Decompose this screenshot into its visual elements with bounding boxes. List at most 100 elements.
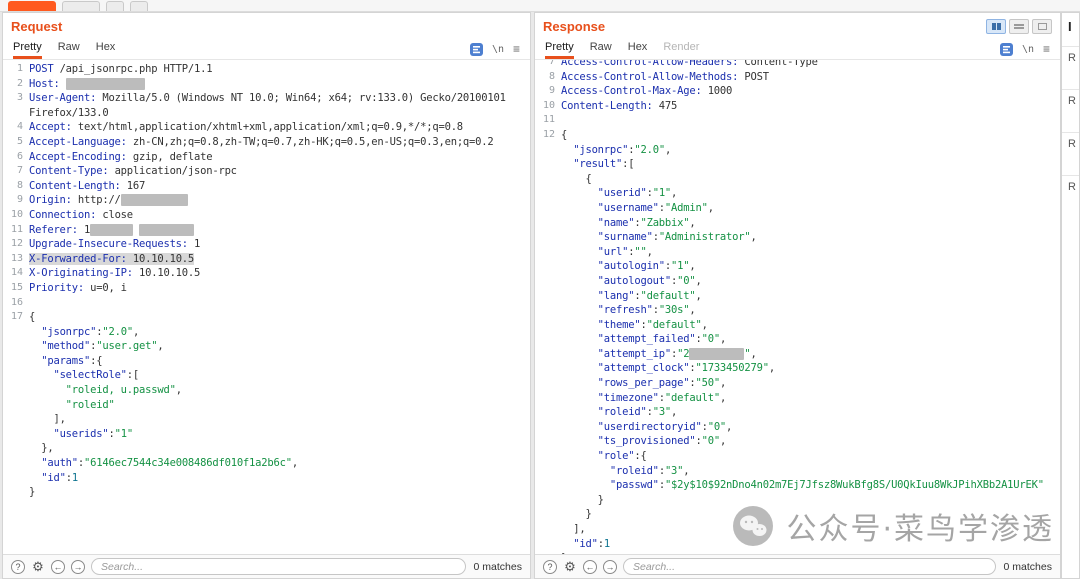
tab-raw[interactable]: Raw <box>58 41 80 59</box>
code-line[interactable]: "userid":"1", <box>535 186 1060 201</box>
code-line[interactable]: "ts_provisioned":"0", <box>535 434 1060 449</box>
code-line[interactable]: "id":1 <box>535 537 1060 552</box>
code-line[interactable]: "surname":"Administrator", <box>535 230 1060 245</box>
previous-match-button[interactable]: ← <box>51 559 65 574</box>
code-line[interactable]: "selectRole":[ <box>3 368 530 383</box>
inspector-section[interactable]: R <box>1062 175 1079 218</box>
code-line[interactable]: }, <box>3 441 530 456</box>
code-line[interactable]: 3 User-Agent: Mozilla/5.0 (Windows NT 10.… <box>3 91 530 120</box>
code-line[interactable]: "username":"Admin", <box>535 201 1060 216</box>
layout-rows-button[interactable] <box>1009 18 1029 34</box>
code-line[interactable]: "result":[ <box>535 157 1060 172</box>
code-line[interactable]: "role":{ <box>535 449 1060 464</box>
code-line[interactable]: 4 Accept: text/html,application/xhtml+xml… <box>3 120 530 135</box>
code-line[interactable]: 7 Access-Control-Allow-Headers: Content-T… <box>535 60 1060 70</box>
code-line[interactable]: } <box>535 551 1060 554</box>
response-search-input[interactable] <box>623 558 996 575</box>
layout-single-button[interactable] <box>1032 18 1052 34</box>
code-line[interactable]: ], <box>535 522 1060 537</box>
code-line[interactable]: "url":"", <box>535 245 1060 260</box>
syntax-highlight-icon[interactable] <box>999 42 1013 56</box>
code-line[interactable]: 12 Upgrade-Insecure-Requests: 1 <box>3 237 530 252</box>
code-line[interactable]: 15 Priority: u=0, i <box>3 281 530 296</box>
code-line[interactable]: 1 POST /api_jsonrpc.php HTTP/1.1 <box>3 62 530 77</box>
request-editor[interactable]: 1 POST /api_jsonrpc.php HTTP/1.1 2 Host: 3U… <box>3 60 530 554</box>
code-line[interactable]: ], <box>3 412 530 427</box>
code-line[interactable]: } <box>535 493 1060 508</box>
app-tab-active[interactable] <box>8 1 56 11</box>
code-line[interactable]: "autologout":"0", <box>535 274 1060 289</box>
code-line[interactable]: "attempt_failed":"0", <box>535 332 1060 347</box>
code-line[interactable]: 12 { <box>535 128 1060 143</box>
code-line[interactable]: 9 Origin: http:// <box>3 193 530 208</box>
show-newlines-icon[interactable]: \n <box>492 44 504 55</box>
code-line[interactable]: "roleid":"3", <box>535 405 1060 420</box>
code-line[interactable]: 8 Content-Length: 167 <box>3 179 530 194</box>
settings-gear-icon[interactable]: ⚙ <box>31 559 45 574</box>
code-line[interactable]: "autologin":"1", <box>535 259 1060 274</box>
code-line[interactable]: "passwd":"$2y$10$92nDno4n02m7Ej7Jfsz8Wuk… <box>535 478 1060 493</box>
editor-menu-icon[interactable]: ≡ <box>513 42 520 56</box>
code-line[interactable]: "rows_per_page":"50", <box>535 376 1060 391</box>
code-line[interactable]: 8 Access-Control-Allow-Methods: POST <box>535 70 1060 85</box>
syntax-highlight-icon[interactable] <box>469 42 483 56</box>
code-line[interactable]: "jsonrpc":"2.0", <box>3 325 530 340</box>
show-newlines-icon[interactable]: \n <box>1022 44 1034 55</box>
code-line[interactable]: "userdirectoryid":"0", <box>535 420 1060 435</box>
inspector-section[interactable]: R <box>1062 132 1079 175</box>
code-line[interactable]: "attempt_ip":"2 ", <box>535 347 1060 362</box>
code-line[interactable]: "refresh":"30s", <box>535 303 1060 318</box>
code-line[interactable]: 17 { <box>3 310 530 325</box>
code-line[interactable]: 16 <box>3 296 530 311</box>
code-line[interactable]: 10 Connection: close <box>3 208 530 223</box>
help-icon[interactable]: ? <box>11 559 25 574</box>
code-line[interactable]: "theme":"default", <box>535 318 1060 333</box>
app-tab[interactable] <box>62 1 100 11</box>
code-line[interactable]: "userids":"1" <box>3 427 530 442</box>
settings-gear-icon[interactable]: ⚙ <box>563 559 577 574</box>
code-line[interactable]: "method":"user.get", <box>3 339 530 354</box>
code-line[interactable]: { <box>535 172 1060 187</box>
code-line[interactable]: "jsonrpc":"2.0", <box>535 143 1060 158</box>
help-icon[interactable]: ? <box>543 559 557 574</box>
tab-render[interactable]: Render <box>663 41 699 59</box>
code-line[interactable]: "attempt_clock":"1733450279", <box>535 361 1060 376</box>
next-match-button[interactable]: → <box>603 559 617 574</box>
code-line[interactable]: 11 Referer: 1 <box>3 223 530 238</box>
tab-hex[interactable]: Hex <box>96 41 116 59</box>
app-tab[interactable] <box>130 1 148 11</box>
code-line[interactable]: 14 X-Originating-IP: 10.10.10.5 <box>3 266 530 281</box>
code-line[interactable]: 9 Access-Control-Max-Age: 1000 <box>535 84 1060 99</box>
code-line[interactable]: 10 Content-Length: 475 <box>535 99 1060 114</box>
tab-pretty[interactable]: Pretty <box>545 41 574 59</box>
code-line[interactable]: "id":1 <box>3 471 530 486</box>
code-line[interactable]: } <box>3 485 530 500</box>
code-line[interactable]: 5 Accept-Language: zh-CN,zh;q=0.8,zh-TW;q… <box>3 135 530 150</box>
code-line[interactable]: "roleid":"3", <box>535 464 1060 479</box>
tab-hex[interactable]: Hex <box>628 41 648 59</box>
inspector-section[interactable]: R <box>1062 89 1079 132</box>
editor-menu-icon[interactable]: ≡ <box>1043 42 1050 56</box>
inspector-section[interactable]: R <box>1062 46 1079 89</box>
code-line[interactable]: "name":"Zabbix", <box>535 216 1060 231</box>
code-line[interactable]: "params":{ <box>3 354 530 369</box>
code-line[interactable]: } <box>535 507 1060 522</box>
code-line[interactable]: 2 Host: <box>3 77 530 92</box>
request-search-input[interactable] <box>91 558 466 575</box>
next-match-button[interactable]: → <box>71 559 85 574</box>
code-line[interactable]: "auth":"6146ec7544c34e008486df010f1a2b6c… <box>3 456 530 471</box>
layout-columns-button[interactable] <box>986 18 1006 34</box>
tab-pretty[interactable]: Pretty <box>13 41 42 59</box>
tab-raw[interactable]: Raw <box>590 41 612 59</box>
code-line[interactable]: "timezone":"default", <box>535 391 1060 406</box>
code-line[interactable]: 13 X-Forwarded-For: 10.10.10.5 <box>3 252 530 267</box>
code-line[interactable]: "roleid" <box>3 398 530 413</box>
code-line[interactable]: 7 Content-Type: application/json-rpc <box>3 164 530 179</box>
code-line[interactable]: 6 Accept-Encoding: gzip, deflate <box>3 150 530 165</box>
app-tab[interactable] <box>106 1 124 11</box>
response-editor[interactable]: 7 Access-Control-Allow-Headers: Content-T… <box>535 60 1060 554</box>
code-line[interactable]: 11 <box>535 113 1060 128</box>
code-line[interactable]: "roleid, u.passwd", <box>3 383 530 398</box>
code-line[interactable]: "lang":"default", <box>535 289 1060 304</box>
previous-match-button[interactable]: ← <box>583 559 597 574</box>
